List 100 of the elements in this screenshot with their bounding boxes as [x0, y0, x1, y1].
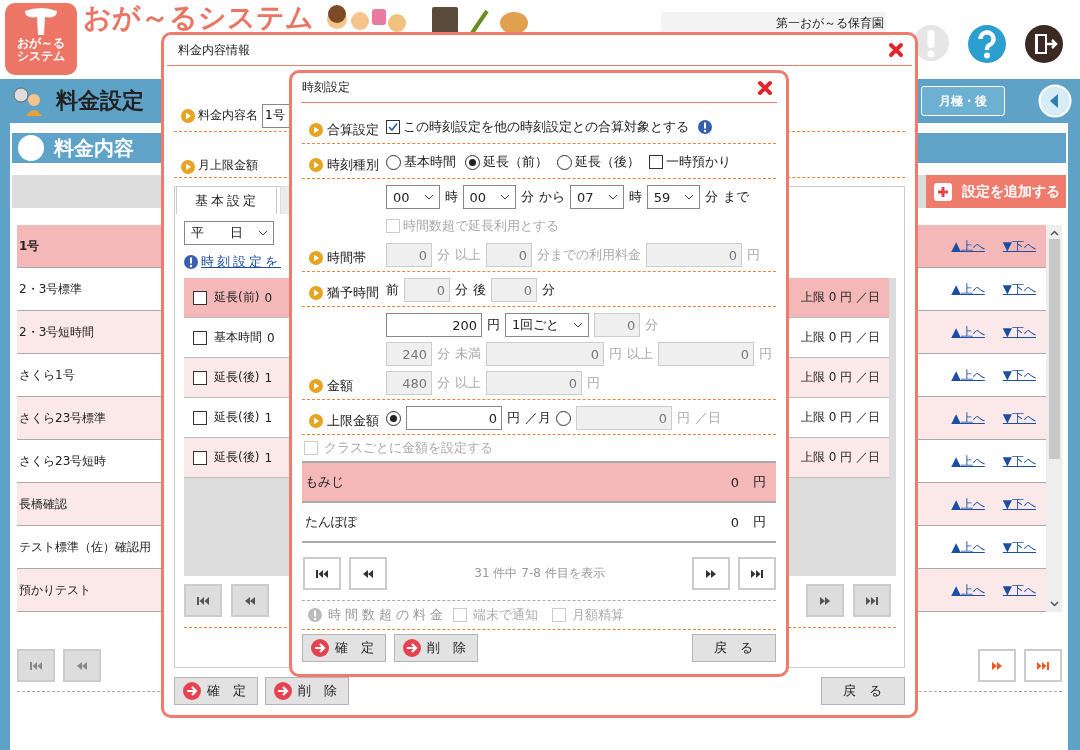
dropdown[interactable]: 00: [462, 185, 517, 209]
currency-unit: 円: [753, 513, 766, 531]
page-title: 料金設定: [56, 87, 144, 115]
unit-label: 以上: [455, 374, 481, 392]
facility-name: 第一おが～る保育園: [661, 12, 886, 34]
checkbox-label: 月額精算: [572, 606, 624, 624]
exit-door-icon[interactable]: [1024, 24, 1064, 64]
move-up-link[interactable]: ▲上へ: [951, 280, 985, 298]
delete-button[interactable]: 削 除: [394, 634, 478, 662]
move-down-link[interactable]: ▼下へ: [1002, 452, 1036, 470]
time-range: 1: [264, 370, 272, 385]
time-type: 基本時間: [214, 329, 262, 346]
class-row[interactable]: たんぽぽ 0 円: [302, 503, 776, 543]
back-button[interactable]: 戻 る: [692, 634, 776, 662]
checkbox[interactable]: [193, 450, 207, 465]
dropdown[interactable]: 1回ごと: [505, 313, 590, 337]
fee-name: 2・3号短時間: [19, 323, 95, 341]
chevron-icon: [607, 194, 618, 200]
unit-label: 未満: [455, 345, 481, 363]
move-up-link[interactable]: ▲上へ: [951, 409, 985, 427]
fee-name: さくら1号: [19, 366, 75, 384]
fee-name: さくら23号標準: [19, 409, 107, 427]
close-icon[interactable]: [757, 79, 773, 96]
unit-label: 円: [507, 409, 520, 427]
next-page-button[interactable]: [692, 557, 730, 590]
page-info: 31 件中 7-8 件目を表示: [473, 565, 606, 582]
close-icon[interactable]: [888, 42, 904, 58]
unit-label: ／日: [695, 409, 721, 427]
arrow-circle-icon: [403, 639, 421, 657]
limit-amount: 上限 0 円 ／日: [800, 409, 880, 426]
unit-label: 以上: [627, 345, 653, 363]
confirm-button[interactable]: 確 定: [302, 634, 386, 662]
time-setting-link[interactable]: 時刻設定を: [201, 253, 281, 271]
day-dropdown[interactable]: 平 日: [184, 221, 274, 245]
move-down-link[interactable]: ▼下へ: [1002, 237, 1036, 255]
unit-label: まで: [723, 188, 750, 206]
checkbox[interactable]: [193, 330, 207, 345]
unit-label: 以上: [455, 246, 481, 264]
checkbox[interactable]: [193, 370, 207, 385]
delete-button[interactable]: 削 除: [265, 677, 349, 705]
fee-name: 1号: [19, 237, 40, 255]
unit-label: 前: [386, 281, 399, 299]
move-up-link[interactable]: ▲上へ: [951, 538, 985, 556]
radio-button[interactable]: [557, 154, 572, 170]
class-row[interactable]: もみじ 0 円: [302, 463, 776, 503]
tab[interactable]: 基本設定: [176, 186, 277, 214]
checkbox[interactable]: [193, 410, 207, 425]
double-arrow-icon: [196, 595, 210, 606]
chevron-icon: [423, 194, 434, 200]
move-down-link[interactable]: ▼下へ: [1002, 495, 1036, 513]
bullet-icon: [309, 123, 323, 137]
last-page-button[interactable]: [738, 557, 776, 590]
unit-label: 円: [487, 316, 500, 334]
fee-name: さくら23号短時: [19, 452, 107, 470]
back-button[interactable]: 戻 る: [821, 677, 905, 705]
double-arrow-icon: [75, 660, 89, 671]
scroll-down-icon[interactable]: [1049, 601, 1059, 607]
checkbox[interactable]: [649, 155, 663, 169]
dropdown[interactable]: 07: [570, 185, 624, 209]
number-field[interactable]: 200: [386, 313, 482, 337]
move-up-link[interactable]: ▲上へ: [951, 323, 985, 341]
bullet-icon: [309, 286, 323, 300]
move-down-link[interactable]: ▼下へ: [1002, 409, 1036, 427]
move-up-link[interactable]: ▲上へ: [951, 452, 985, 470]
unit-label: 円: [677, 409, 690, 427]
scroll-up-icon[interactable]: [1049, 230, 1059, 236]
move-down-link[interactable]: ▼下へ: [1002, 323, 1036, 341]
help-icon[interactable]: [967, 24, 1007, 64]
move-down-link[interactable]: ▼下へ: [1002, 538, 1036, 556]
previous-page-button[interactable]: [349, 557, 387, 590]
confirm-button[interactable]: 確 定: [174, 677, 258, 705]
checkbox[interactable]: [386, 120, 400, 134]
move-down-link[interactable]: ▼下へ: [1002, 280, 1036, 298]
back-icon[interactable]: [1038, 84, 1072, 118]
number-field[interactable]: 0: [406, 406, 502, 430]
first-page-button[interactable]: [303, 557, 341, 590]
class-amount: 0: [730, 514, 739, 530]
radio-button[interactable]: [386, 154, 401, 170]
move-up-link[interactable]: ▲上へ: [951, 581, 985, 599]
checkbox[interactable]: [193, 290, 207, 305]
move-up-link[interactable]: ▲上へ: [951, 237, 985, 255]
scrollbar[interactable]: [1046, 225, 1062, 612]
double-arrow-icon: [315, 568, 329, 579]
move-down-link[interactable]: ▼下へ: [1002, 366, 1036, 384]
radio-button[interactable]: [386, 410, 401, 426]
unit-label: ／月: [525, 409, 551, 427]
move-up-link[interactable]: ▲上へ: [951, 366, 985, 384]
time-type: 延長(後): [214, 369, 260, 386]
radio-button[interactable]: [465, 154, 480, 170]
dropdown[interactable]: 59: [646, 185, 701, 209]
radio-button[interactable]: [556, 410, 571, 426]
dropdown[interactable]: 00: [386, 185, 440, 209]
double-arrow-icon: [361, 568, 375, 579]
bullet-icon: [309, 414, 323, 428]
double-arrow-icon: [865, 595, 879, 606]
fee-name: 預かりテスト: [19, 581, 91, 599]
time-range: 1: [264, 410, 272, 425]
move-down-link[interactable]: ▼下へ: [1002, 581, 1036, 599]
chevron-icon: [573, 322, 584, 328]
move-up-link[interactable]: ▲上へ: [951, 495, 985, 513]
